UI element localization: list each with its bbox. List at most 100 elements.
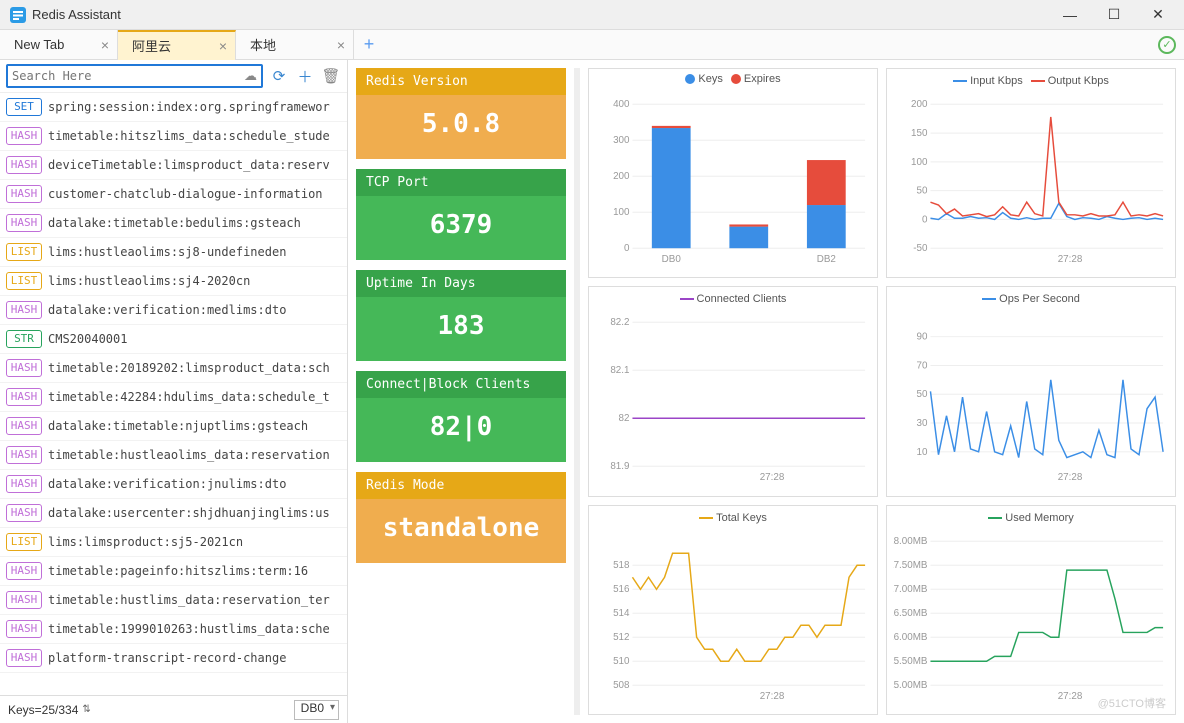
svg-text:316.50MB: 316.50MB (893, 608, 928, 619)
key-row[interactable]: HASHdatalake:timetable:njuptlims:gsteach (0, 412, 347, 441)
key-name: timetable:hitszlims_data:schedule_stude (48, 129, 330, 143)
stat-card: Redis Version5.0.8 (356, 68, 566, 159)
chart-2: Connected Clients81.98282.182.227:28 (588, 286, 878, 496)
svg-text:518: 518 (613, 560, 630, 571)
key-type-badge: LIST (6, 243, 42, 261)
tab-close-icon[interactable]: × (101, 37, 109, 53)
key-row[interactable]: HASHtimetable:hustleaolims_data:reservat… (0, 441, 347, 470)
svg-text:10: 10 (917, 447, 928, 458)
key-row[interactable]: HASHtimetable:20189202:limsproduct_data:… (0, 354, 347, 383)
chart-1: Input KbpsOutput Kbps-5005010015020027:2… (886, 68, 1176, 278)
chart-plot: 0100200300400DB0DB2 (595, 89, 871, 275)
key-type-badge: STR (6, 330, 42, 348)
key-row[interactable]: HASHdatalake:timetable:bedulims:gsteach (0, 209, 347, 238)
key-row[interactable]: HASHdeviceTimetable:limsproduct_data:res… (0, 151, 347, 180)
chart-3: Ops Per Second103050709027:28 (886, 286, 1176, 496)
cloud-icon[interactable]: ☁ (244, 68, 257, 84)
svg-text:27:28: 27:28 (1058, 472, 1083, 483)
key-name: spring:session:index:org.springframewor (48, 100, 330, 114)
key-row[interactable]: HASHcustomer-chatclub-dialogue-informati… (0, 180, 347, 209)
key-type-badge: HASH (6, 127, 42, 145)
svg-text:316.00MB: 316.00MB (893, 632, 928, 643)
chart-plot: 81.98282.182.227:28 (595, 307, 871, 493)
svg-text:512: 512 (613, 632, 629, 643)
key-name: datalake:timetable:njuptlims:gsteach (48, 419, 308, 433)
add-key-button[interactable]: ＋ (295, 66, 315, 86)
key-count: Keys=25/334 (8, 703, 78, 717)
key-row[interactable]: HASHplatform-transcript-record-change (0, 644, 347, 673)
chart-legend: Ops Per Second (893, 291, 1169, 305)
key-row[interactable]: SET spring:session:index:org.springframew… (0, 93, 347, 122)
key-row[interactable]: HASHdatalake:verification:medlims:dto (0, 296, 347, 325)
key-row[interactable]: LIST lims:hustleaolims:sj8-undefineden (0, 238, 347, 267)
svg-text:90: 90 (917, 332, 928, 343)
svg-text:82: 82 (619, 414, 630, 425)
search-input-wrap[interactable]: ☁ (6, 64, 263, 88)
key-name: lims:limsproduct:sj5-2021cn (48, 535, 243, 549)
svg-text:30: 30 (917, 418, 928, 429)
close-button[interactable]: ✕ (1136, 1, 1180, 29)
key-type-badge: SET (6, 98, 42, 116)
key-type-badge: HASH (6, 388, 42, 406)
stat-card: TCP Port6379 (356, 169, 566, 260)
card-value: 6379 (356, 196, 566, 260)
key-row[interactable]: HASHdatalake:verification:jnulims:dto (0, 470, 347, 499)
chart-plot: 103050709027:28 (893, 307, 1169, 493)
refresh-button[interactable]: ⟳ (269, 66, 289, 86)
key-row[interactable]: HASH timetable:hitszlims_data:schedule_st… (0, 122, 347, 151)
key-row[interactable]: HASHtimetable:42284:hdulims_data:schedul… (0, 383, 347, 412)
key-type-badge: HASH (6, 620, 42, 638)
key-row[interactable]: HASHtimetable:pageinfo:hitszlims:term:16 (0, 557, 347, 586)
sidebar: ☁ ⟳ ＋ 🗑 SET spring:session:index:org.spri… (0, 60, 348, 723)
chart-legend: Total Keys (595, 510, 871, 524)
card-value: 82|0 (356, 398, 566, 462)
db-selector[interactable]: DB0 (294, 700, 339, 720)
key-row[interactable]: STRCMS20040001 (0, 325, 347, 354)
tab-1[interactable]: 阿里云× (118, 30, 236, 60)
tab-close-icon[interactable]: × (219, 38, 227, 54)
tab-close-icon[interactable]: × (337, 37, 345, 53)
sort-icon[interactable]: ⇅ (82, 704, 90, 715)
svg-text:81.9: 81.9 (610, 461, 630, 472)
svg-text:514: 514 (613, 608, 630, 619)
card-title: Uptime In Days (356, 270, 566, 297)
key-list: SET spring:session:index:org.springframew… (0, 93, 347, 695)
svg-text:27:28: 27:28 (1058, 691, 1083, 702)
stat-card: Connect|Block Clients82|0 (356, 371, 566, 462)
tab-2[interactable]: 本地 × (236, 30, 354, 60)
chart-0: KeysExpires0100200300400DB0DB2 (588, 68, 878, 278)
key-row[interactable]: HASHtimetable:hustlims_data:reservation_… (0, 586, 347, 615)
new-tab-button[interactable]: + (354, 34, 384, 55)
key-name: datalake:verification:jnulims:dto (48, 477, 286, 491)
key-name: lims:hustleaolims:sj8-undefineden (48, 245, 286, 259)
key-type-badge: HASH (6, 504, 42, 522)
key-row[interactable]: HASHdatalake:usercenter:shjdhuanjinglims… (0, 499, 347, 528)
key-row[interactable]: HASHtimetable:1999010263:hustlims_data:s… (0, 615, 347, 644)
key-row[interactable]: LISTlims:hustleaolims:sj4-2020cn (0, 267, 347, 296)
key-name: datalake:timetable:bedulims:gsteach (48, 216, 301, 230)
search-input[interactable] (12, 69, 244, 83)
delete-key-button[interactable]: 🗑 (321, 66, 341, 86)
key-name: deviceTimetable:limsproduct_data:reserv (48, 158, 330, 172)
key-row[interactable]: LISTlims:limsproduct:sj5-2021cn (0, 528, 347, 557)
svg-text:0: 0 (922, 214, 928, 225)
key-type-badge: HASH (6, 185, 42, 203)
tab-label: 本地 (250, 35, 276, 54)
svg-text:DB2: DB2 (817, 254, 836, 265)
cards-scrollbar[interactable] (574, 68, 580, 715)
card-value: standalone (356, 499, 566, 563)
window-title: Redis Assistant (32, 7, 1048, 22)
key-type-badge: LIST (6, 272, 42, 290)
svg-text:50: 50 (917, 186, 928, 197)
titlebar: Redis Assistant — ☐ ✕ (0, 0, 1184, 30)
chart-plot: -5005010015020027:28 (893, 89, 1169, 275)
sidebar-footer: Keys=25/334 ⇅ DB0 (0, 695, 347, 723)
charts-grid: KeysExpires0100200300400DB0DB2Input Kbps… (588, 68, 1176, 715)
stat-cards: Redis Version5.0.8 TCP Port6379 Uptime In … (356, 68, 566, 715)
svg-text:516: 516 (613, 584, 630, 595)
svg-text:100: 100 (911, 157, 928, 168)
maximize-button[interactable]: ☐ (1092, 1, 1136, 29)
tab-0[interactable]: New Tab× (0, 30, 118, 60)
minimize-button[interactable]: — (1048, 1, 1092, 29)
svg-text:27:28: 27:28 (1058, 254, 1083, 265)
